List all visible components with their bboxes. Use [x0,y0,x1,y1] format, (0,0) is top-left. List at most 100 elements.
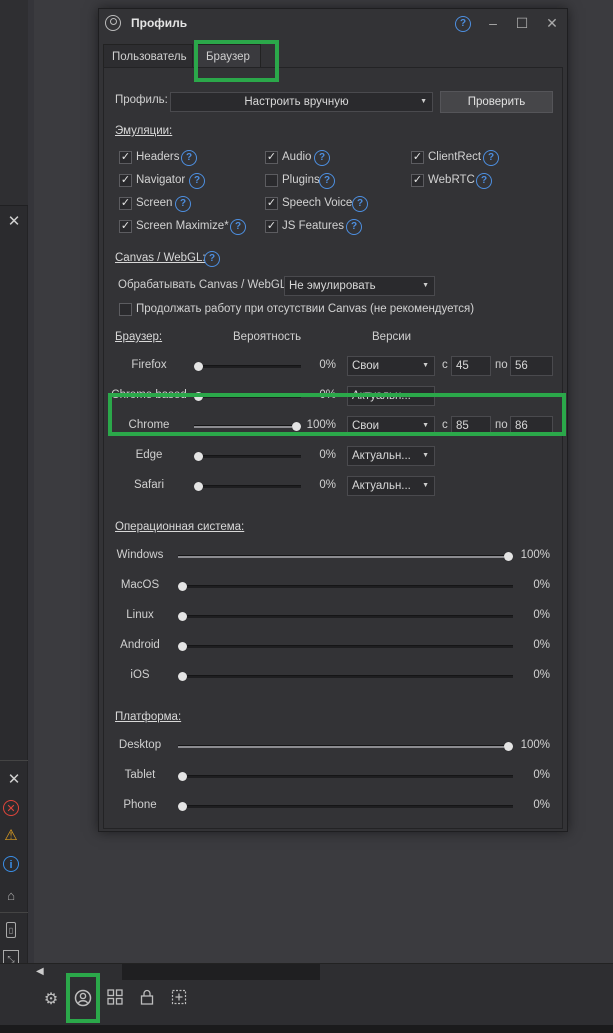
firefox-probability-slider[interactable] [194,362,301,371]
tablet-slider-handle[interactable] [178,772,187,781]
continue-without-canvas-checkbox[interactable] [119,303,132,316]
help-icon[interactable]: ? [483,150,499,166]
js-features-label[interactable]: JS Features [282,220,344,232]
firefox-version-to[interactable]: 56 [510,356,553,376]
speech-voice-label[interactable]: Speech Voice [282,197,352,209]
edge-probability-slider-handle[interactable] [194,452,203,461]
minimize-button[interactable]: – [483,13,503,33]
close-icon[interactable]: ✕ [0,768,28,792]
audio-checkbox[interactable]: ✓ [265,151,278,164]
js-features-checkbox[interactable]: ✓ [265,220,278,233]
ios-slider[interactable] [178,672,513,681]
navigator-checkbox[interactable]: ✓ [119,174,132,187]
grid-icon[interactable] [104,989,126,1011]
help-icon[interactable]: ? [181,150,197,166]
firefox-version-from[interactable]: 45 [451,356,491,376]
close-icon[interactable]: ✕ [0,210,28,234]
tablet-label: Tablet [124,769,156,781]
continue-without-canvas-label[interactable]: Продолжать работу при отсутствии Canvas … [136,303,474,315]
plugins-label[interactable]: Plugins [282,174,320,186]
webrtc-checkbox[interactable]: ✓ [411,174,424,187]
plugins-checkbox[interactable] [265,174,278,187]
help-icon[interactable]: ? [189,173,205,189]
edge-probability-slider[interactable] [194,452,301,461]
emulations-title: Эмуляции: [115,125,173,137]
canvas-process-label: Обрабатывать Canvas / WebGL [118,279,287,291]
firefox-probability-slider-handle[interactable] [194,362,203,371]
help-icon[interactable]: ? [175,196,191,212]
lock-icon[interactable] [136,989,158,1011]
navigator-label[interactable]: Navigator [136,174,185,186]
scroll-left-arrow-icon[interactable]: ◀ [36,966,44,977]
dialog-titlebar[interactable]: Профиль ? – ☐ ✕ [99,9,567,37]
windows-slider[interactable] [178,552,513,561]
screen-maximize-label[interactable]: Screen Maximize* [136,220,229,232]
windows-percent: 100% [520,549,550,561]
firefox-label: Firefox [131,359,167,371]
tab-user[interactable]: Пользователь [103,44,193,68]
audio-label[interactable]: Audio [282,151,311,163]
help-button[interactable]: ? [453,13,473,33]
windows-slider-handle[interactable] [504,552,513,561]
desktop-label: Desktop [118,739,162,751]
speech-voice-checkbox[interactable]: ✓ [265,197,278,210]
help-icon[interactable]: ? [476,173,492,189]
screen-label[interactable]: Screen [136,197,172,209]
android-slider-handle[interactable] [178,642,187,651]
macos-label: MacOS [120,579,160,591]
firefox-version-select[interactable]: Свои ▼ [347,356,435,376]
headers-label[interactable]: Headers [136,151,179,163]
screen-checkbox[interactable]: ✓ [119,197,132,210]
macos-slider-handle[interactable] [178,582,187,591]
chevron-down-icon: ▼ [420,98,427,105]
chevron-down-icon: ▼ [422,452,429,459]
maximize-button[interactable]: ☐ [512,13,532,33]
linux-label: Linux [126,609,154,621]
linux-slider-handle[interactable] [178,612,187,621]
gear-icon[interactable]: ⚙ [40,989,62,1011]
edge-version-select[interactable]: Актуальн... ▼ [347,446,435,466]
android-percent: 0% [533,639,550,651]
clientrect-checkbox[interactable]: ✓ [411,151,424,164]
check-button[interactable]: Проверить [440,91,553,113]
desktop-slider[interactable] [178,742,513,751]
error-icon[interactable]: ✕ [3,800,19,816]
linux-slider[interactable] [178,612,513,621]
help-icon[interactable]: ? [352,196,368,212]
safari-version-select[interactable]: Актуальн... ▼ [347,476,435,496]
profile-label: Профиль: [115,94,168,106]
tablet-slider[interactable] [178,772,513,781]
clientrect-label[interactable]: ClientRect [428,151,481,163]
safari-probability-slider[interactable] [194,482,301,491]
phone-slider[interactable] [178,802,513,811]
headers-checkbox[interactable]: ✓ [119,151,132,164]
safari-probability-slider-handle[interactable] [194,482,203,491]
phone-label: Phone [123,799,157,811]
close-button[interactable]: ✕ [542,13,562,33]
screen-maximize-checkbox[interactable]: ✓ [119,220,132,233]
info-icon[interactable]: i [3,856,19,872]
android-slider[interactable] [178,642,513,651]
macos-slider[interactable] [178,582,513,591]
warning-icon[interactable]: ⚠ [3,828,19,844]
canvas-process-select[interactable]: Не эмулировать ▼ [284,276,435,296]
device-icon[interactable]: ▯ [6,922,16,938]
desktop-slider-handle[interactable] [504,742,513,751]
help-icon[interactable]: ? [346,219,362,235]
phone-slider-handle[interactable] [178,802,187,811]
divider [0,760,28,761]
tag-icon[interactable]: ⌂ [3,888,19,904]
help-icon[interactable]: ? [204,251,220,267]
edge-version-value: Актуальн... [352,450,411,462]
add-frame-icon[interactable] [168,989,190,1011]
horizontal-scrollbar[interactable] [122,964,320,980]
help-icon[interactable]: ? [319,173,335,189]
help-icon[interactable]: ? [230,219,246,235]
left-panel-top [0,0,28,206]
profile-select[interactable]: Настроить вручную ▼ [170,92,433,112]
workspace-gutter [28,0,34,1033]
help-icon[interactable]: ? [314,150,330,166]
webrtc-label[interactable]: WebRTC [428,174,475,186]
ios-slider-handle[interactable] [178,672,187,681]
firefox-to-label: по [495,359,508,371]
